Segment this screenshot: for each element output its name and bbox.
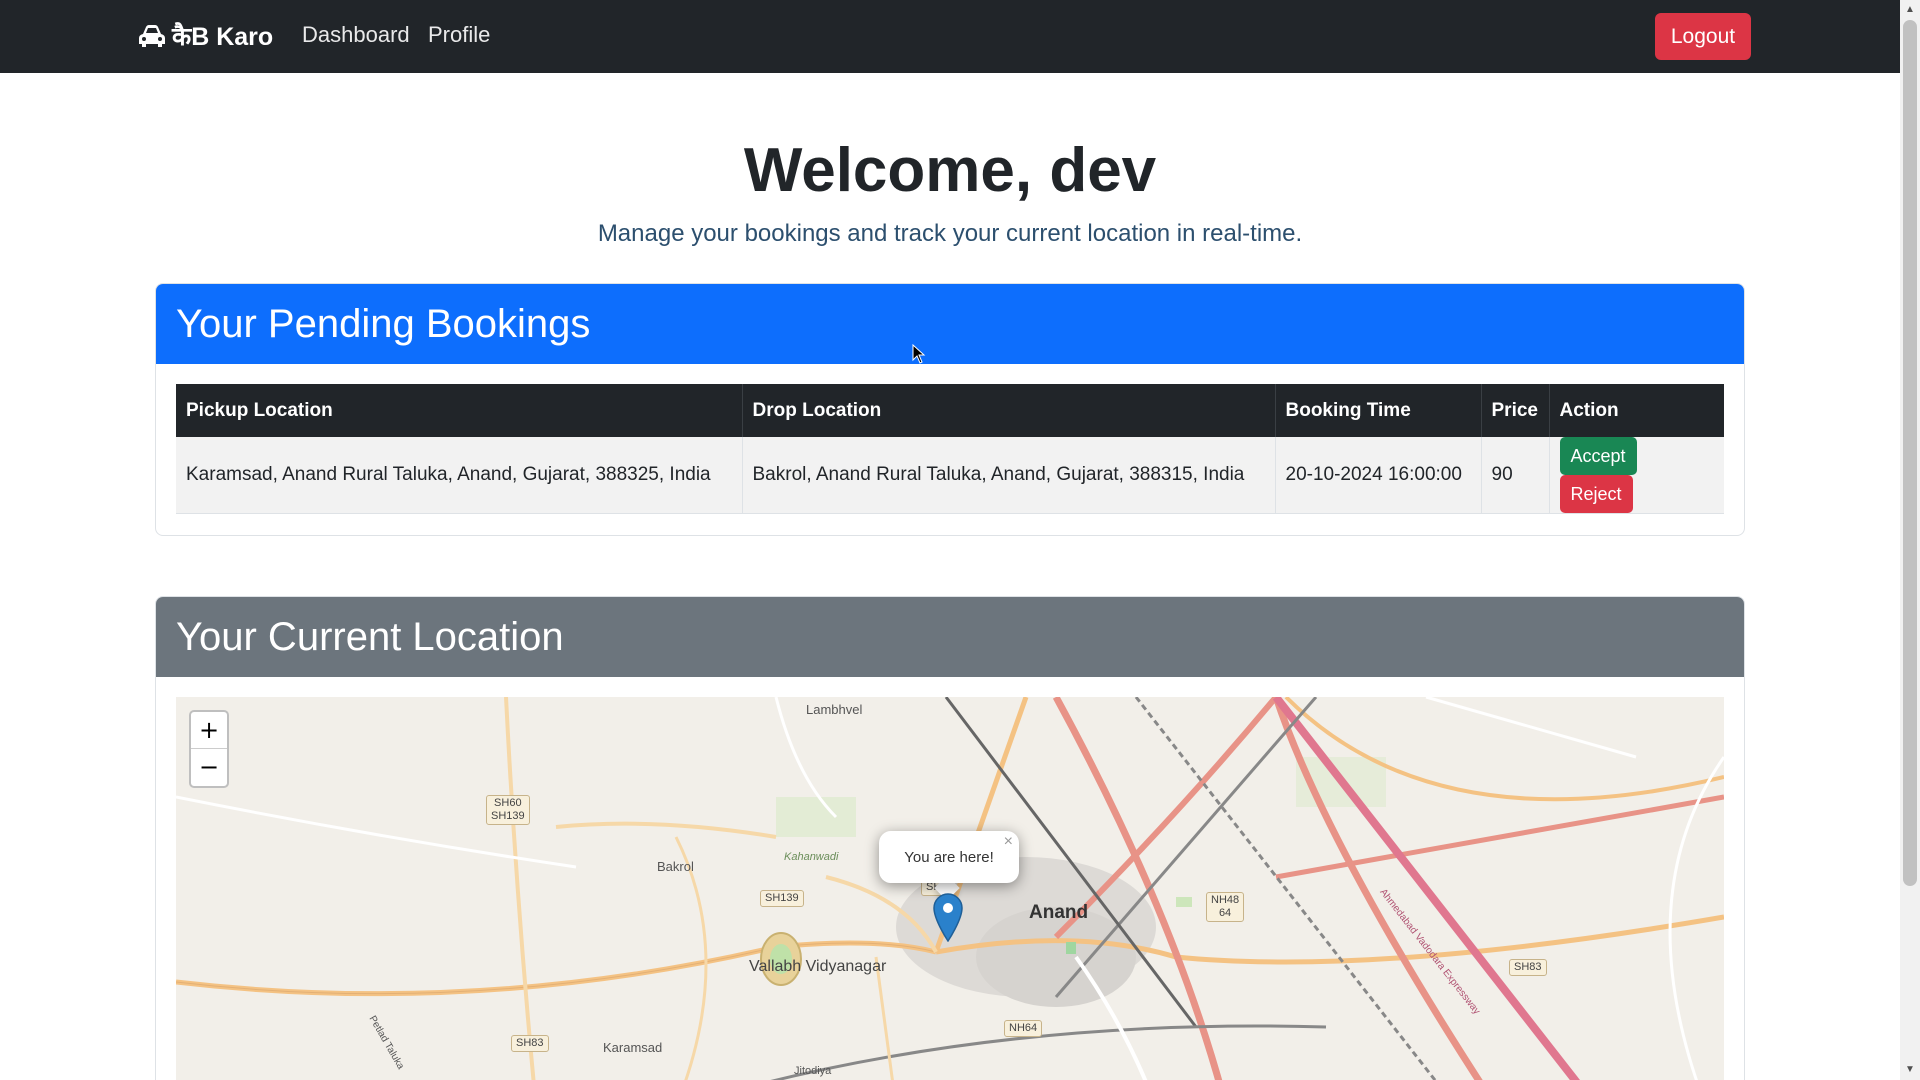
mouse-cursor-icon [912, 344, 926, 364]
pending-bookings-card: Your Pending Bookings Pickup Location Dr… [155, 283, 1745, 536]
column-header-booking-time: Booking Time [1275, 384, 1482, 437]
table-header-row: Pickup Location Drop Location Booking Ti… [176, 384, 1724, 437]
nav-profile-link[interactable]: Profile [428, 22, 490, 48]
top-navbar: कैB Karo Dashboard Profile Logout [0, 0, 1900, 73]
road-badge-sh83-east: SH83 [1509, 959, 1547, 976]
page-subtitle: Manage your bookings and track your curr… [597, 220, 1303, 247]
map-label-lambhvel: Lambhvel [806, 702, 863, 717]
page-scrollbar[interactable]: ▲ ▼ [1900, 0, 1920, 1080]
drop-cell: Bakrol, Anand Rural Taluka, Anand, Gujar… [742, 437, 1276, 514]
road-badge-nh48: NH48 64 [1206, 892, 1245, 922]
map-zoom-control: + − [189, 710, 229, 788]
road-badge-sh83-west: SH83 [511, 1035, 549, 1052]
map-label-jitodiya: Jitodiya [794, 1065, 832, 1077]
reject-button[interactable]: Reject [1559, 475, 1633, 513]
brand-name: कैB Karo [172, 23, 274, 51]
road-badge-nh64: NH64 [1004, 1020, 1043, 1037]
pending-bookings-header: Your Pending Bookings [156, 284, 1744, 364]
nav-dashboard-link[interactable]: Dashboard [302, 22, 410, 48]
map-label-kahanwadi: Kahanwadi [784, 851, 839, 863]
scroll-up-arrow-icon[interactable]: ▲ [1900, 0, 1920, 20]
zoom-out-button[interactable]: − [191, 749, 227, 786]
price-cell: 90 [1481, 437, 1550, 514]
table-row: Karamsad, Anand Rural Taluka, Anand, Guj… [176, 437, 1724, 514]
popup-text: You are here! [904, 848, 994, 866]
location-marker-icon[interactable] [932, 892, 964, 942]
booking-time-cell: 20-10-2024 16:00:00 [1275, 437, 1482, 514]
logout-button[interactable]: Logout [1655, 13, 1751, 60]
pickup-cell: Karamsad, Anand Rural Taluka, Anand, Guj… [176, 437, 743, 514]
location-map[interactable]: + − Lambhvel Bakrol Kahanwadi Vallabh Vi… [176, 697, 1724, 1080]
car-icon [139, 25, 165, 47]
location-popup: You are here! × [879, 831, 1019, 883]
map-label-anand: Anand [1029, 902, 1089, 923]
zoom-in-button[interactable]: + [191, 712, 227, 749]
scrollbar-thumb[interactable] [1903, 20, 1917, 886]
current-location-card: Your Current Location + − Lambhvel Bakro… [155, 596, 1745, 1080]
column-header-price: Price [1481, 384, 1550, 437]
column-header-pickup: Pickup Location [176, 384, 743, 437]
brand-logo[interactable]: कैB Karo [138, 19, 273, 53]
accept-button[interactable]: Accept [1559, 437, 1637, 475]
action-cell: AcceptReject [1549, 437, 1724, 514]
map-label-vallabh-vidyanagar: Vallabh Vidyanagar [749, 958, 887, 975]
current-location-header: Your Current Location [156, 597, 1744, 677]
scroll-down-arrow-icon[interactable]: ▼ [1900, 1060, 1920, 1080]
popup-close-icon[interactable]: × [1004, 833, 1013, 851]
road-badge-sh60: SH60 SH139 [486, 795, 530, 825]
column-header-drop: Drop Location [742, 384, 1276, 437]
road-badge-sh139: SH139 [760, 890, 804, 907]
page-title: Welcome, dev [743, 136, 1157, 205]
column-header-action: Action [1549, 384, 1724, 437]
bookings-table: Pickup Location Drop Location Booking Ti… [176, 384, 1724, 514]
map-label-bakrol: Bakrol [657, 859, 694, 874]
map-label-karamsad: Karamsad [603, 1040, 663, 1055]
